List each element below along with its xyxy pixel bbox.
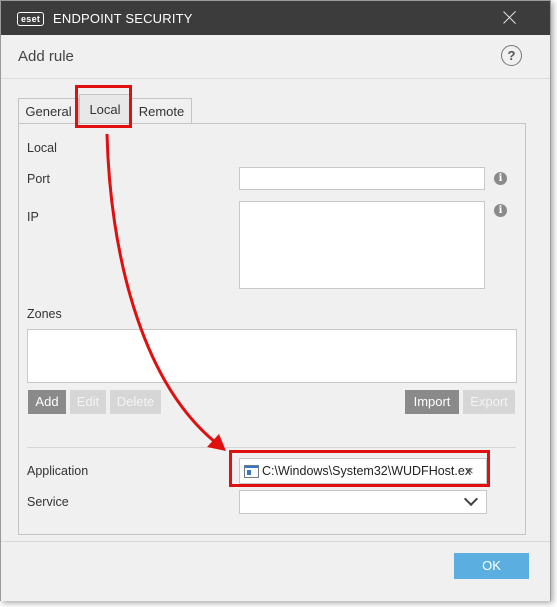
- application-label: Application: [27, 464, 89, 478]
- eset-logo: eset: [17, 12, 45, 26]
- dialog-title: Add rule: [18, 48, 74, 65]
- zones-label: Zones: [27, 307, 62, 321]
- ok-button[interactable]: OK: [454, 553, 529, 579]
- port-info-icon[interactable]: i: [494, 172, 507, 185]
- add-button[interactable]: Add: [28, 390, 66, 414]
- delete-button[interactable]: Delete: [110, 390, 161, 414]
- ip-info-icon[interactable]: i: [494, 204, 507, 217]
- service-dropdown[interactable]: [239, 490, 487, 514]
- export-button[interactable]: Export: [463, 390, 515, 414]
- ip-textarea[interactable]: [239, 201, 485, 289]
- service-label: Service: [27, 495, 69, 509]
- edit-button[interactable]: Edit: [70, 390, 106, 414]
- help-icon[interactable]: ?: [501, 45, 522, 66]
- tab-remote[interactable]: Remote: [131, 98, 192, 125]
- import-button[interactable]: Import: [405, 390, 459, 414]
- product-name: ENDPOINT SECURITY: [53, 11, 193, 26]
- close-icon[interactable]: [499, 7, 521, 29]
- ip-label: IP: [27, 210, 39, 224]
- port-label: Port: [27, 172, 50, 186]
- zones-list[interactable]: [27, 329, 517, 383]
- title-bar: eset ENDPOINT SECURITY: [1, 1, 550, 35]
- section-divider: [27, 447, 516, 448]
- port-input[interactable]: [239, 167, 485, 190]
- application-field-highlight: [229, 450, 490, 487]
- section-title-local: Local: [27, 141, 57, 155]
- dialog-header: Add rule ?: [1, 35, 550, 79]
- local-tab-highlight: [75, 85, 132, 128]
- tab-general[interactable]: General: [18, 98, 79, 125]
- chevron-down-icon[interactable]: [463, 491, 479, 507]
